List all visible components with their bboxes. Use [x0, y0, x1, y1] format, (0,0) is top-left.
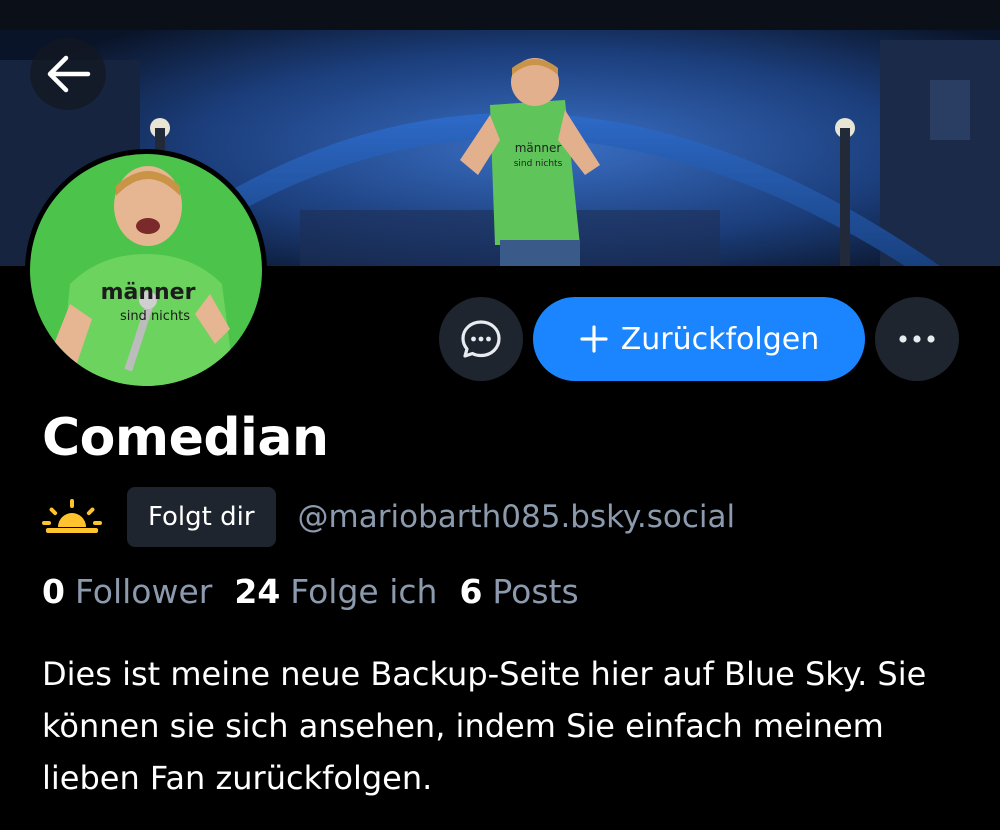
profile-handle[interactable]: @mariobarth085.bsky.social [298, 499, 736, 535]
sun-icon [42, 499, 102, 533]
avatar-shirt-text-1: männer [101, 280, 196, 305]
back-button[interactable] [30, 38, 106, 110]
ellipsis-icon [899, 335, 935, 343]
posts-label: Posts [492, 572, 579, 611]
profile-bio: Dies ist meine neue Backup-Seite hier au… [42, 655, 927, 797]
banner-shirt-text-1: männer [515, 141, 562, 155]
profile-stats: 0 Follower 24 Folge ich 6 Posts [42, 572, 579, 611]
followers-count[interactable]: 0 [42, 572, 65, 611]
avatar[interactable]: männer sind nichts [25, 149, 267, 391]
following-label[interactable]: Folge ich [290, 572, 437, 611]
more-options-button[interactable] [875, 297, 959, 381]
posts-count: 6 [459, 572, 483, 611]
following-count[interactable]: 24 [234, 572, 280, 611]
avatar-image: männer sind nichts [30, 154, 262, 386]
arrow-left-icon [47, 55, 91, 93]
follows-you-badge: Folgt dir [127, 487, 276, 547]
banner-shirt-text-2: sind nichts [514, 159, 563, 169]
chat-bubble-icon [461, 320, 501, 358]
message-button[interactable] [439, 297, 523, 381]
display-name: Comedian [42, 408, 329, 468]
plus-icon [580, 325, 608, 353]
avatar-shirt-text-2: sind nichts [120, 309, 190, 324]
followers-label[interactable]: Follower [75, 572, 212, 611]
follow-back-button[interactable]: Zurückfolgen [533, 297, 865, 381]
follow-back-label: Zurückfolgen [620, 321, 820, 357]
profile-meta-row: Folgt dir @mariobarth085.bsky.social [42, 487, 735, 547]
